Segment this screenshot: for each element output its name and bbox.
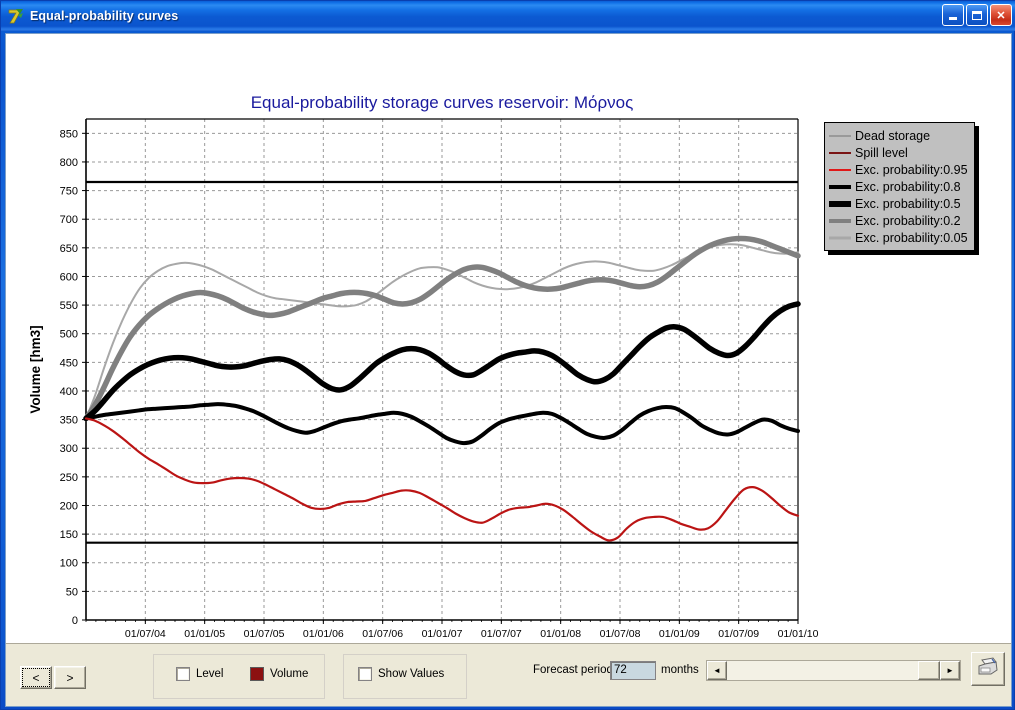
y-tick-label: 500 — [60, 329, 78, 341]
forecast-period-input[interactable]: 72 — [610, 661, 656, 680]
level-checkbox-box[interactable] — [176, 667, 190, 681]
scrollbar-thumb[interactable] — [918, 661, 940, 680]
show-values-checkbox-box[interactable] — [358, 667, 372, 681]
legend-item: Dead storage — [829, 127, 968, 144]
legend-line-swatch-icon — [829, 197, 851, 211]
scrollbar-track[interactable] — [727, 661, 940, 680]
x-tick-label: 01/07/04 — [125, 628, 166, 640]
printer-icon — [976, 656, 1000, 683]
y-axis-title: Volume [hm3] — [28, 325, 43, 413]
legend-item-label: Spill level — [855, 145, 908, 160]
title-bar: Equal-probability curves ✕ — [1, 1, 1015, 31]
chart-legend: Dead storage Spill level Exc. probability:… — [824, 122, 975, 251]
y-tick-label: 200 — [60, 500, 78, 512]
window-title: Equal-probability curves — [30, 9, 179, 23]
previous-button[interactable]: < — [20, 666, 52, 689]
x-tick-label: 01/01/06 — [303, 628, 344, 640]
x-tick-label: 01/01/07 — [422, 628, 463, 640]
legend-item-label: Exc. probability:0.8 — [855, 179, 961, 194]
volume-label: Volume — [270, 668, 309, 680]
months-label: months — [661, 664, 699, 676]
legend-line-swatch-icon — [829, 180, 851, 194]
x-tick-label: 01/01/09 — [659, 628, 700, 640]
chart-canvas: Equal-probability storage curves reservo… — [6, 34, 1011, 658]
y-tick-label: 300 — [60, 443, 78, 455]
application-window: Equal-probability curves ✕ Equal-probabi… — [0, 0, 1015, 710]
legend-line-swatch-icon — [829, 146, 851, 160]
y-tick-label: 650 — [60, 243, 78, 255]
legend-item-label: Exc. probability:0.95 — [855, 162, 968, 177]
x-tick-label: 01/07/07 — [481, 628, 522, 640]
y-tick-label: 850 — [60, 128, 78, 140]
legend-item: Exc. probability:0.2 — [829, 212, 968, 229]
y-tick-label: 800 — [60, 157, 78, 169]
legend-item: Exc. probability:0.95 — [829, 161, 968, 178]
y-tick-label: 400 — [60, 386, 78, 398]
legend-item-label: Exc. probability:0.2 — [855, 213, 961, 228]
volume-checkbox-box[interactable] — [250, 667, 264, 681]
minimize-button[interactable] — [942, 4, 964, 26]
legend-line-swatch-icon — [829, 231, 851, 245]
checkbox-level[interactable]: Level — [176, 667, 224, 681]
horizontal-scrollbar[interactable]: ◄ ► — [706, 660, 961, 681]
legend-item: Spill level — [829, 144, 968, 161]
x-tick-label: 01/01/10 — [778, 628, 819, 640]
y-tick-label: 450 — [60, 357, 78, 369]
print-button[interactable] — [971, 652, 1005, 686]
legend-item: Exc. probability:0.8 — [829, 178, 968, 195]
y-tick-label: 0 — [72, 615, 78, 627]
y-tick-label: 250 — [60, 472, 78, 484]
y-tick-label: 50 — [66, 586, 78, 598]
show-values-label: Show Values — [378, 668, 445, 680]
x-tick-label: 01/01/08 — [540, 628, 581, 640]
level-label: Level — [196, 668, 224, 680]
x-tick-label: 01/07/09 — [718, 628, 759, 640]
chart-title: Equal-probability storage curves reservo… — [251, 93, 634, 112]
x-tick-label: 01/01/05 — [184, 628, 225, 640]
legend-item-label: Dead storage — [855, 128, 931, 143]
seven-icon — [7, 7, 25, 25]
maximize-button[interactable] — [966, 4, 988, 26]
y-tick-label: 750 — [60, 186, 78, 198]
legend-item-label: Exc. probability:0.05 — [855, 230, 968, 245]
legend-item: Exc. probability:0.05 — [829, 229, 968, 246]
close-icon: ✕ — [996, 9, 1006, 22]
y-tick-label: 150 — [60, 529, 78, 541]
x-tick-label: 01/07/05 — [244, 628, 285, 640]
y-tick-label: 100 — [60, 558, 78, 570]
next-button[interactable]: > — [54, 666, 86, 689]
next-label: > — [66, 670, 74, 685]
scroll-right-arrow-icon[interactable]: ► — [940, 661, 960, 680]
forecast-period-label: Forecast period — [533, 664, 613, 676]
scroll-left-arrow-icon[interactable]: ◄ — [707, 661, 727, 680]
legend-line-swatch-icon — [829, 214, 851, 228]
close-button[interactable]: ✕ — [990, 4, 1012, 26]
bottom-toolbar: < > Level Volume Show Values Forecast pe… — [6, 643, 1011, 706]
legend-item: Exc. probability:0.5 — [829, 195, 968, 212]
y-tick-label: 550 — [60, 300, 78, 312]
y-tick-label: 350 — [60, 415, 78, 427]
previous-label: < — [32, 670, 40, 685]
checkbox-volume[interactable]: Volume — [250, 667, 308, 681]
checkbox-show-values[interactable]: Show Values — [358, 667, 444, 681]
window-controls: ✕ — [942, 4, 1012, 26]
y-tick-label: 700 — [60, 214, 78, 226]
legend-line-swatch-icon — [829, 163, 851, 177]
x-tick-label: 01/07/06 — [362, 628, 403, 640]
legend-line-swatch-icon — [829, 129, 851, 143]
y-tick-label: 600 — [60, 271, 78, 283]
legend-item-label: Exc. probability:0.5 — [855, 196, 961, 211]
x-tick-label: 01/07/08 — [600, 628, 641, 640]
client-area: Equal-probability storage curves reservo… — [5, 33, 1012, 707]
